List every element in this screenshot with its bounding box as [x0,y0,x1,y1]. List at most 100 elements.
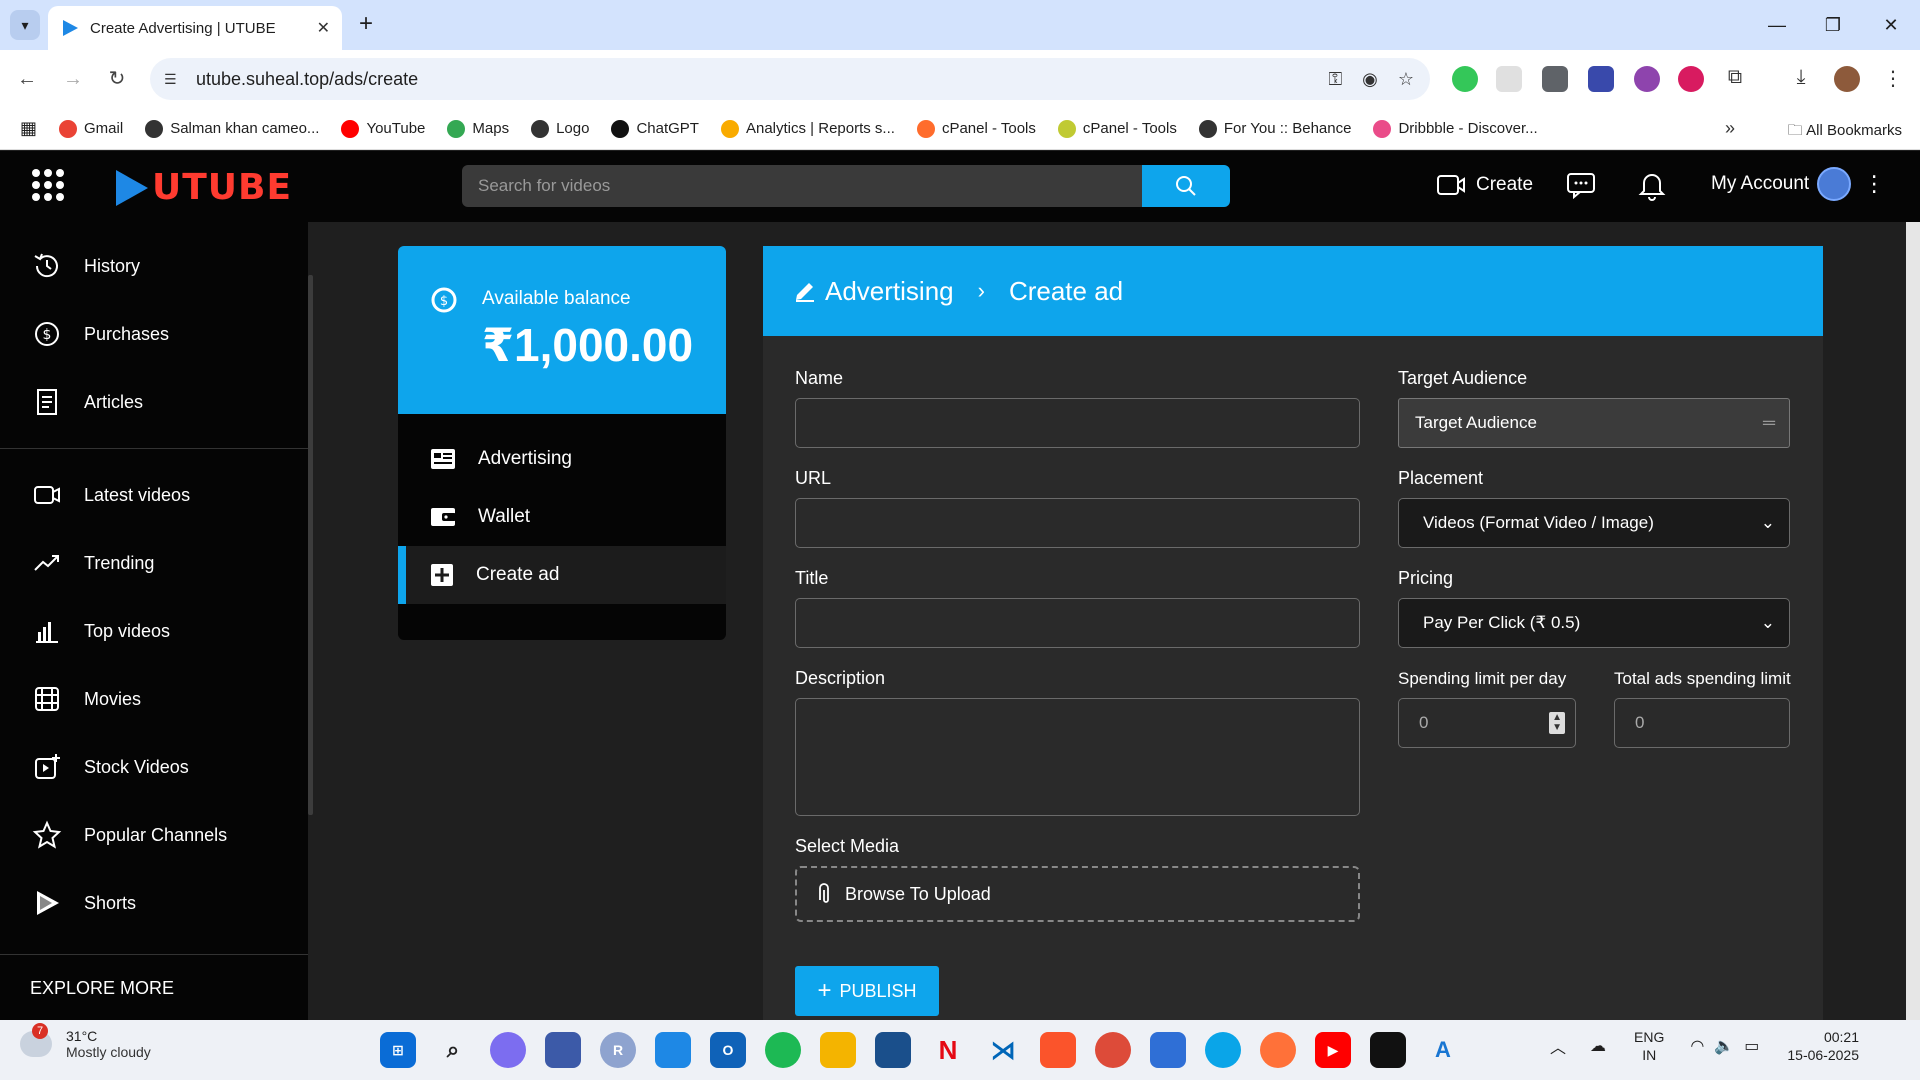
weather-widget[interactable]: 7 31°C Mostly cloudy [20,1023,151,1060]
firefox-icon[interactable] [1260,1032,1296,1068]
bookmark-gmail[interactable]: Gmail [59,119,123,138]
bookmark-maps[interactable]: Maps [447,119,509,138]
extensions-puzzle-icon[interactable]: ⧉ [1722,66,1748,92]
account-menu[interactable]: My Account ⋮ [1711,167,1885,201]
description-textarea[interactable] [795,698,1360,816]
create-button[interactable]: Create [1436,173,1533,197]
explore-more-link[interactable]: EXPLORE MORE [30,978,174,999]
close-window-button[interactable]: ✕ [1876,10,1906,40]
bookmark-star-icon[interactable]: ☆ [1398,69,1414,90]
prime-video-icon[interactable] [875,1032,911,1068]
site-logo[interactable]: UTUBE [116,167,292,208]
search-taskbar-icon[interactable]: ⌕ [435,1032,471,1068]
all-bookmarks-button[interactable]: 🗀 All Bookmarks [1788,120,1902,145]
volume-icon[interactable]: 🔈 [1714,1036,1734,1056]
number-spinner[interactable]: ▲ ▼ [1549,712,1565,734]
placement-select[interactable]: Videos (Format Video / Image) ⌄ [1398,498,1790,548]
ad-menu-item-advertising[interactable]: Advertising [398,430,726,488]
back-button[interactable]: ← [12,64,42,94]
pricing-select[interactable]: Pay Per Click (₹ 0.5) ⌄ [1398,598,1790,648]
browser-tab-active[interactable]: Create Advertising | UTUBE ✕ [48,6,342,50]
translate-icon[interactable]: A [1425,1032,1461,1068]
sidebar-item-history[interactable]: History [0,232,308,300]
wifi-icon[interactable]: ◠ [1690,1036,1704,1056]
language-indicator[interactable]: ENG IN [1634,1028,1664,1064]
apps-menu-icon[interactable] [32,169,64,201]
sidebar-item-top-videos[interactable]: Top videos [0,597,308,665]
breadcrumb-advertising[interactable]: Advertising [825,276,954,307]
address-bar[interactable]: ☰ utube.suheal.top/ads/create ⚿ ◉ ☆ [150,58,1430,100]
sidebar-item-shorts[interactable]: Shorts [0,869,308,937]
bookmark-for-you-behance[interactable]: For You :: Behance [1198,119,1351,138]
bookmark-logo[interactable]: Logo [531,119,589,138]
total-limit-input[interactable]: 0 [1614,698,1790,748]
name-input[interactable] [795,398,1360,448]
reload-button[interactable]: ↻ [102,64,132,94]
extension-shield-icon[interactable] [1678,66,1704,92]
sidebar-item-popular-channels[interactable]: Popular Channels [0,801,308,869]
battery-icon[interactable]: ▭ [1744,1036,1759,1056]
bookmark-cpanel-tools[interactable]: cPanel - Tools [1057,119,1177,138]
extension-grey-icon[interactable] [1496,66,1522,92]
file-explorer-icon[interactable] [820,1032,856,1068]
app-icon-1[interactable] [545,1032,581,1068]
publish-button[interactable]: + PUBLISH [795,966,939,1016]
tab-search-button[interactable]: ▾ [10,10,40,40]
app-icon-2[interactable] [655,1032,691,1068]
search-input[interactable] [462,165,1142,207]
site-info-icon[interactable]: ☰ [164,71,184,88]
notepad-icon[interactable] [1150,1032,1186,1068]
app-icon-r[interactable]: R [600,1032,636,1068]
clock[interactable]: 00:21 15-06-2025 [1787,1028,1859,1064]
page-scrollbar[interactable] [1906,222,1920,1020]
brave-icon[interactable] [1040,1032,1076,1068]
outlook-icon[interactable]: O [710,1032,746,1068]
extension-purple-icon[interactable] [1634,66,1660,92]
bookmark-dribbble-discover[interactable]: Dribbble - Discover... [1373,119,1538,138]
kebab-menu-icon[interactable]: ⋮ [1863,171,1885,197]
capcut-icon[interactable] [1370,1032,1406,1068]
copilot-icon[interactable] [490,1032,526,1068]
sidebar-item-trending[interactable]: Trending [0,529,308,597]
bookmark-cpanel-tools[interactable]: cPanel - Tools [916,119,1036,138]
sidebar-scrollbar[interactable] [308,275,313,815]
messages-button[interactable] [1566,171,1596,204]
restore-button[interactable]: ❐ [1818,10,1848,40]
extension-blue-icon[interactable] [1588,66,1614,92]
bookmark-youtube[interactable]: YouTube [341,119,425,138]
netflix-icon[interactable]: N [930,1032,966,1068]
bookmark-chatgpt[interactable]: ChatGPT [611,119,699,138]
ad-menu-item-create-ad[interactable]: Create ad [398,546,726,604]
sidebar-item-articles[interactable]: Articles [0,368,308,436]
sidebar-item-stock-videos[interactable]: Stock Videos [0,733,308,801]
forward-button[interactable]: → [58,64,88,94]
spotify-icon[interactable] [765,1032,801,1068]
target-audience-select[interactable]: Target Audience ═ [1398,398,1790,448]
windows-start-icon[interactable]: ⊞ [380,1032,416,1068]
chevron-up-icon[interactable]: ︿ [1550,1034,1566,1058]
daily-limit-input[interactable]: 0 ▲ ▼ [1398,698,1576,748]
bookmark-salman-khan-cameo[interactable]: Salman khan cameo... [145,119,319,138]
vscode-icon[interactable]: ⋊ [985,1032,1021,1068]
extension-green-icon[interactable] [1452,66,1478,92]
minimize-button[interactable]: — [1762,10,1792,40]
youtube-app-icon[interactable]: ▶ [1315,1032,1351,1068]
sidebar-item-latest-videos[interactable]: Latest videos [0,461,308,529]
more-bookmarks-icon[interactable]: » [1725,118,1735,139]
url-input[interactable] [795,498,1360,548]
browser-menu-icon[interactable]: ⋮ [1880,66,1906,92]
edge-icon[interactable] [1205,1032,1241,1068]
title-input[interactable] [795,598,1360,648]
onedrive-icon[interactable]: ☁ [1590,1036,1606,1056]
apps-grid-icon[interactable]: ▦ [20,118,37,139]
sidebar-item-purchases[interactable]: $ Purchases [0,300,308,368]
profile-avatar[interactable] [1834,66,1860,92]
extension-dark-icon[interactable] [1542,66,1568,92]
sidebar-item-movies[interactable]: Movies [0,665,308,733]
eye-icon[interactable]: ◉ [1362,69,1378,90]
chrome-icon[interactable] [1095,1032,1131,1068]
download-icon[interactable]: ⤓ [1788,66,1814,92]
notifications-button[interactable] [1638,169,1666,206]
password-key-icon[interactable]: ⚿ [1328,69,1342,90]
new-tab-button[interactable]: + [352,10,380,38]
